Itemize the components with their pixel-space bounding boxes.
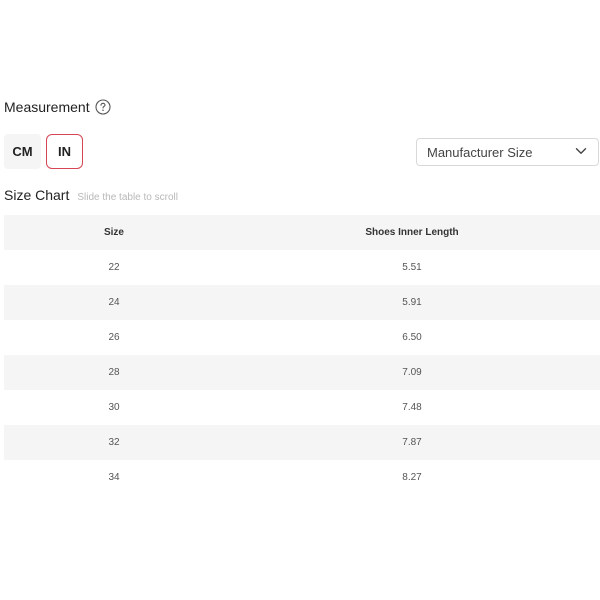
unit-cm-button[interactable]: CM (4, 134, 41, 169)
table-row: 28 7.09 (4, 355, 600, 390)
size-guide-panel: Measurement CM IN Manufacturer Size Size… (0, 0, 600, 600)
measurement-title: Measurement (4, 99, 90, 115)
question-circle-icon[interactable] (95, 99, 111, 115)
unit-in-button[interactable]: IN (46, 134, 83, 169)
table-row: 30 7.48 (4, 390, 600, 425)
scroll-hint: Slide the table to scroll (77, 192, 178, 203)
size-cell: 22 (108, 262, 120, 273)
size-cell: 28 (4, 355, 224, 390)
size-chart-heading: Size Chart Slide the table to scroll (4, 187, 178, 207)
size-cell: 24 (4, 285, 224, 320)
table-header-row: Size Shoes Inner Length (4, 215, 600, 250)
size-cell: 32 (4, 425, 224, 460)
table-row: 24 5.91 (4, 285, 600, 320)
table-row: 34 8.27 (4, 460, 600, 495)
size-system-select[interactable]: Manufacturer Size (416, 138, 599, 166)
length-cell: 7.48 (402, 402, 422, 413)
length-cell: 7.09 (224, 355, 600, 390)
length-cell: 5.91 (224, 285, 600, 320)
table-row: 32 7.87 (4, 425, 600, 460)
size-cell: 34 (108, 472, 120, 483)
table-row: 22 5.51 (4, 250, 600, 285)
size-chart-table[interactable]: Size Shoes Inner Length 22 5.51 24 5.91 … (4, 215, 600, 495)
chevron-down-icon (574, 144, 588, 161)
unit-toggle: CM IN (4, 134, 83, 169)
length-cell: 5.51 (402, 262, 422, 273)
length-cell: 7.87 (224, 425, 600, 460)
measurement-heading: Measurement (4, 96, 111, 118)
column-header-size: Size (4, 215, 224, 250)
size-system-value: Manufacturer Size (427, 144, 533, 160)
size-cell: 26 (108, 332, 120, 343)
length-cell: 8.27 (402, 472, 422, 483)
table-row: 26 6.50 (4, 320, 600, 355)
length-cell: 6.50 (402, 332, 422, 343)
size-cell: 30 (108, 402, 120, 413)
column-header-inner-length: Shoes Inner Length (224, 215, 600, 250)
size-chart-title: Size Chart (4, 187, 70, 203)
